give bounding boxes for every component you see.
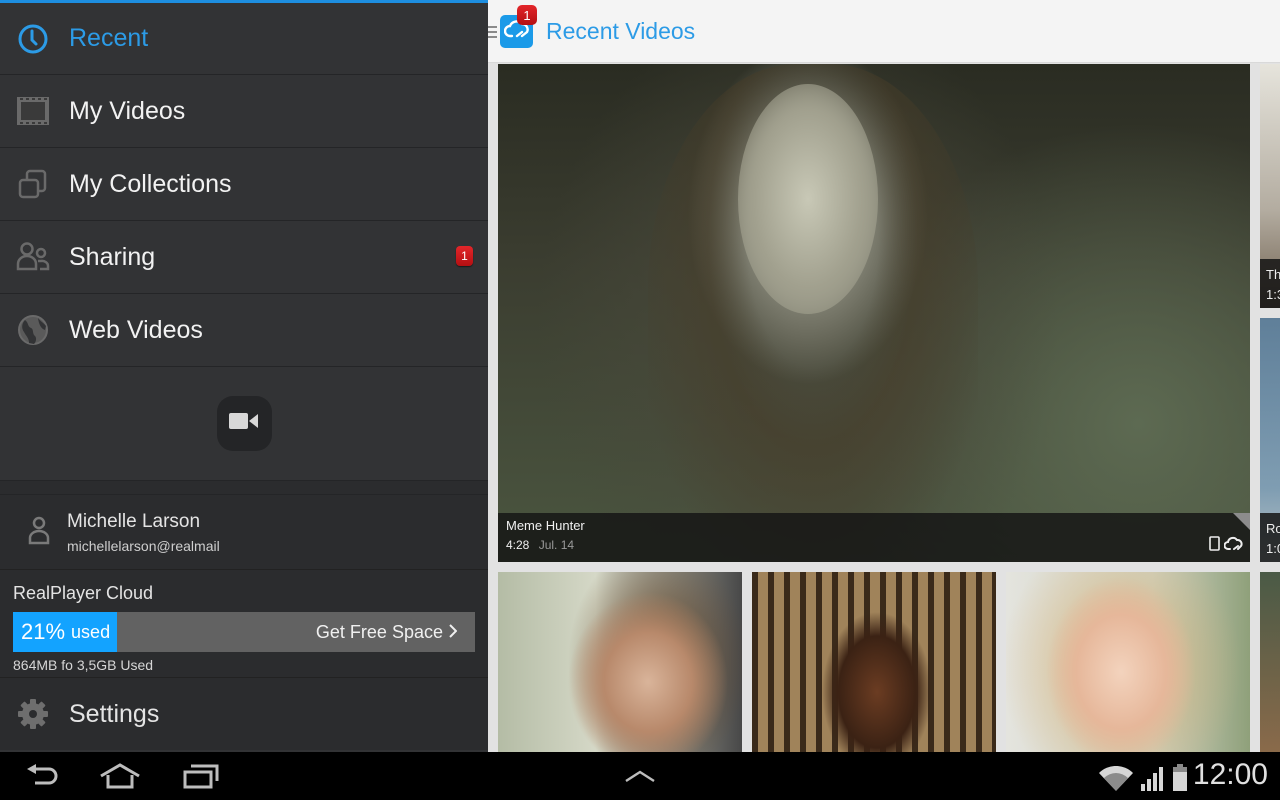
wifi-icon	[1098, 765, 1134, 797]
cloud-title: RealPlayer Cloud	[13, 583, 154, 603]
navigation-drawer: Recent My Videos My Collections Sharing …	[0, 0, 488, 752]
nav-item-label: Recent	[69, 24, 149, 52]
collections-icon	[16, 167, 50, 201]
clock: 12:00	[1192, 758, 1268, 791]
people-icon	[16, 240, 50, 274]
menu-icon[interactable]	[488, 26, 497, 41]
record-video-button[interactable]	[216, 396, 272, 451]
video-tile[interactable]: Ro 1:0	[1260, 318, 1280, 562]
nav-item-my-videos[interactable]: My Videos	[0, 75, 488, 148]
corner-flag-icon	[1233, 513, 1250, 530]
video-tile[interactable]	[752, 572, 996, 752]
get-free-space-link[interactable]: Get Free Space	[315, 612, 458, 652]
page-title: Recent Videos	[546, 18, 696, 44]
video-status-icons	[1209, 536, 1244, 556]
storage-detail: 864MB fo 3,5GB Used	[13, 657, 154, 673]
notification-badge: 1	[517, 5, 537, 25]
system-navigation-bar: 12:00	[0, 752, 1280, 800]
tablet-icon	[1209, 536, 1220, 556]
video-tile[interactable]	[1260, 572, 1280, 752]
gear-icon	[16, 697, 50, 731]
record-area	[0, 367, 488, 481]
video-camera-icon	[229, 411, 259, 436]
nav-item-label: Sharing	[69, 242, 156, 271]
video-title: Meme Hunter	[506, 518, 585, 533]
video-date: Jul. 14	[538, 538, 575, 552]
clock-icon	[16, 22, 50, 56]
notification-badge: 1	[456, 246, 473, 266]
settings-label: Settings	[69, 699, 160, 728]
cellular-signal-icon	[1140, 766, 1166, 797]
screen: Recent My Videos My Collections Sharing …	[0, 0, 1280, 752]
globe-icon	[16, 313, 50, 347]
main-content: Meme Hunter 4:28 Jul. 14 Th 1:3	[488, 0, 1280, 752]
action-bar: 1 Recent Videos	[488, 0, 1280, 63]
nav-item-my-collections[interactable]: My Collections	[0, 148, 488, 221]
storage-percent: 21%	[21, 619, 66, 644]
video-caption: Th 1:3	[1260, 259, 1280, 308]
chevron-right-icon	[449, 622, 458, 643]
nav-item-recent[interactable]: Recent	[0, 3, 488, 75]
video-duration: 4:28	[506, 538, 530, 552]
account-email: michellelarson@realmail	[67, 537, 220, 554]
video-caption: Meme Hunter 4:28 Jul. 14	[498, 513, 1250, 562]
account-info: Michelle Larson michellelarson@realmail	[67, 511, 220, 554]
film-icon	[16, 94, 50, 128]
video-meta: 4:28 Jul. 14	[506, 538, 1242, 552]
video-tile[interactable]: Th 1:3	[1260, 64, 1280, 308]
back-button[interactable]	[24, 762, 60, 790]
get-free-space-label: Get Free Space	[315, 621, 443, 642]
drawer-divider	[0, 481, 488, 495]
featured-video-tile[interactable]: Meme Hunter 4:28 Jul. 14	[498, 64, 1250, 562]
video-title: Th	[1266, 267, 1280, 282]
video-duration: 1:0	[1266, 541, 1280, 556]
video-duration: 1:3	[1266, 287, 1280, 302]
chevron-up-icon[interactable]	[623, 762, 657, 790]
video-thumbnail-subject	[738, 84, 878, 314]
settings-item[interactable]: Settings	[0, 678, 488, 750]
video-tile[interactable]	[498, 572, 742, 752]
status-icons	[1098, 764, 1188, 797]
nav-item-label: Web Videos	[69, 315, 203, 344]
battery-icon	[1172, 764, 1188, 797]
nav-item-label: My Collections	[69, 169, 232, 198]
cloud-sync-icon	[1223, 536, 1244, 556]
storage-usage-bar[interactable]: 21% used Get Free Space	[13, 612, 475, 652]
nav-item-sharing[interactable]: Sharing 1	[0, 221, 488, 294]
storage-used-label: used	[71, 621, 111, 642]
nav-item-label: My Videos	[69, 96, 186, 125]
video-caption: Ro 1:0	[1260, 513, 1280, 562]
account-name: Michelle Larson	[67, 510, 201, 532]
cloud-storage-section: RealPlayer Cloud 21% used Get Free Space…	[0, 570, 488, 678]
nav-item-web-videos[interactable]: Web Videos	[0, 294, 488, 367]
video-title: Ro	[1266, 521, 1280, 536]
user-icon	[28, 515, 50, 550]
account-row[interactable]: Michelle Larson michellelarson@realmail	[0, 495, 488, 570]
home-button[interactable]	[99, 762, 141, 790]
video-tile[interactable]	[1006, 572, 1250, 752]
recent-apps-button[interactable]	[182, 762, 220, 790]
